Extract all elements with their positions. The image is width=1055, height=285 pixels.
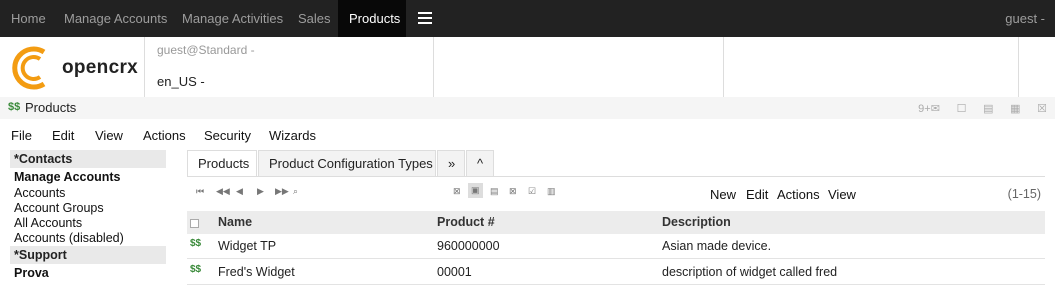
cell-description: Asian made device.: [662, 239, 772, 253]
logo-text: opencrx: [62, 57, 139, 78]
nav-home[interactable]: Home: [0, 0, 57, 37]
check-view-icon[interactable]: ☑: [528, 186, 536, 197]
app-header: opencrx guest@Standard - en_US -: [0, 37, 1055, 97]
menu-wizards[interactable]: Wizards: [269, 128, 316, 143]
tab-products[interactable]: Products: [187, 150, 257, 177]
save-icon[interactable]: ▤: [983, 102, 993, 115]
table-row[interactable]: $$ Widget TP 960000000 Asian made device…: [187, 234, 1045, 259]
columns-icon[interactable]: ▥: [547, 186, 556, 197]
grid-actions-button[interactable]: Actions: [777, 187, 820, 202]
mail-icon[interactable]: 9+✉: [918, 102, 940, 115]
first-page-icon[interactable]: ⏮: [196, 186, 204, 197]
nav-products[interactable]: Products: [338, 0, 406, 37]
header-col-3: [723, 37, 1018, 97]
menu-edit[interactable]: Edit: [52, 128, 74, 143]
column-header-description[interactable]: Description: [662, 215, 731, 229]
header-col-4: [1018, 37, 1055, 97]
column-header-name[interactable]: Name: [218, 215, 252, 229]
mail-count: 9+: [918, 103, 931, 115]
product-icon: $$: [8, 101, 21, 113]
group-header-contacts[interactable]: *Contacts: [10, 150, 166, 168]
nav-manage-accounts[interactable]: Manage Accounts: [53, 0, 178, 37]
product-icon[interactable]: $$: [190, 238, 201, 249]
login-principal[interactable]: guest@Standard -: [157, 43, 255, 57]
fast-back-icon[interactable]: ◀◀: [216, 186, 230, 197]
grid-view-button[interactable]: View: [828, 187, 856, 202]
grid-view-icon[interactable]: ⊠: [453, 186, 461, 197]
menu-security[interactable]: Security: [204, 128, 251, 143]
tab-more[interactable]: »: [437, 150, 465, 177]
grid-new-button[interactable]: New: [710, 187, 736, 202]
fast-forward-icon[interactable]: ▶▶: [275, 186, 289, 197]
sidebar-item-all-accounts[interactable]: All Accounts: [10, 216, 166, 231]
product-icon[interactable]: $$: [190, 264, 201, 275]
cell-name[interactable]: Fred's Widget: [218, 265, 295, 279]
cell-name[interactable]: Widget TP: [218, 239, 276, 253]
close-view-icon[interactable]: ⊠: [509, 186, 517, 197]
sidebar-item-manage-accounts[interactable]: Manage Accounts: [10, 168, 166, 186]
locale-selector[interactable]: en_US -: [157, 74, 205, 89]
search-icon[interactable]: ⌕: [293, 186, 298, 197]
tab-divider: [187, 176, 1045, 177]
next-page-icon[interactable]: ▶: [257, 186, 264, 197]
opencrx-logo[interactable]: opencrx: [10, 43, 140, 93]
cell-description: description of widget called fred: [662, 265, 838, 279]
cell-product-number: 00001: [437, 265, 472, 279]
tab-product-configuration-types[interactable]: Product Configuration Types: [258, 150, 436, 177]
user-menu[interactable]: guest -: [1005, 0, 1045, 37]
cell-product-number: 960000000: [437, 239, 500, 253]
print-icon[interactable]: ▦: [1010, 102, 1020, 115]
object-title-bar: $$ Products 9+✉ ☐ ▤ ▦ ☒: [0, 97, 1055, 119]
tab-collapse[interactable]: ^: [466, 150, 494, 177]
table-header: Name Product # Description: [187, 211, 1045, 234]
close-icon[interactable]: ☒: [1037, 102, 1047, 115]
nav-manage-activities[interactable]: Manage Activities: [171, 0, 294, 37]
menu-actions[interactable]: Actions: [143, 128, 186, 143]
column-header-product-number[interactable]: Product #: [437, 215, 495, 229]
logo-c-icon: [12, 46, 46, 90]
title-bar-icons: 9+✉ ☐ ▤ ▦ ☒: [905, 100, 1047, 115]
sidebar-item-accounts-disabled[interactable]: Accounts (disabled): [10, 231, 166, 246]
sidebar-item-accounts[interactable]: Accounts: [10, 186, 166, 201]
window-icon[interactable]: ☐: [957, 102, 967, 115]
sidebar-item-prova[interactable]: Prova: [10, 264, 166, 282]
page-title: Products: [25, 100, 77, 115]
sidebar-item-account-groups[interactable]: Account Groups: [10, 201, 166, 216]
select-all-checkbox[interactable]: [190, 219, 199, 228]
menu-file[interactable]: File: [11, 128, 32, 143]
record-count: (1-15): [1007, 187, 1041, 201]
left-panel: *Contacts Manage Accounts Accounts Accou…: [10, 150, 166, 285]
group-header-support[interactable]: *Support: [10, 246, 166, 264]
menu-bar: File Edit View Actions Security Wizards: [0, 119, 1055, 149]
nav-sales[interactable]: Sales: [287, 0, 342, 37]
list-view-icon[interactable]: ▣: [468, 183, 483, 198]
header-col-2: [433, 37, 723, 97]
hamburger-menu-icon[interactable]: [418, 12, 432, 24]
top-navbar: Home Manage Accounts Manage Activities S…: [0, 0, 1055, 37]
menu-view[interactable]: View: [95, 128, 123, 143]
detail-view-icon[interactable]: ▤: [490, 186, 499, 197]
table-row[interactable]: $$ Fred's Widget 00001 description of wi…: [187, 260, 1045, 285]
grid-edit-button[interactable]: Edit: [746, 187, 768, 202]
prev-page-icon[interactable]: ◀: [236, 186, 243, 197]
